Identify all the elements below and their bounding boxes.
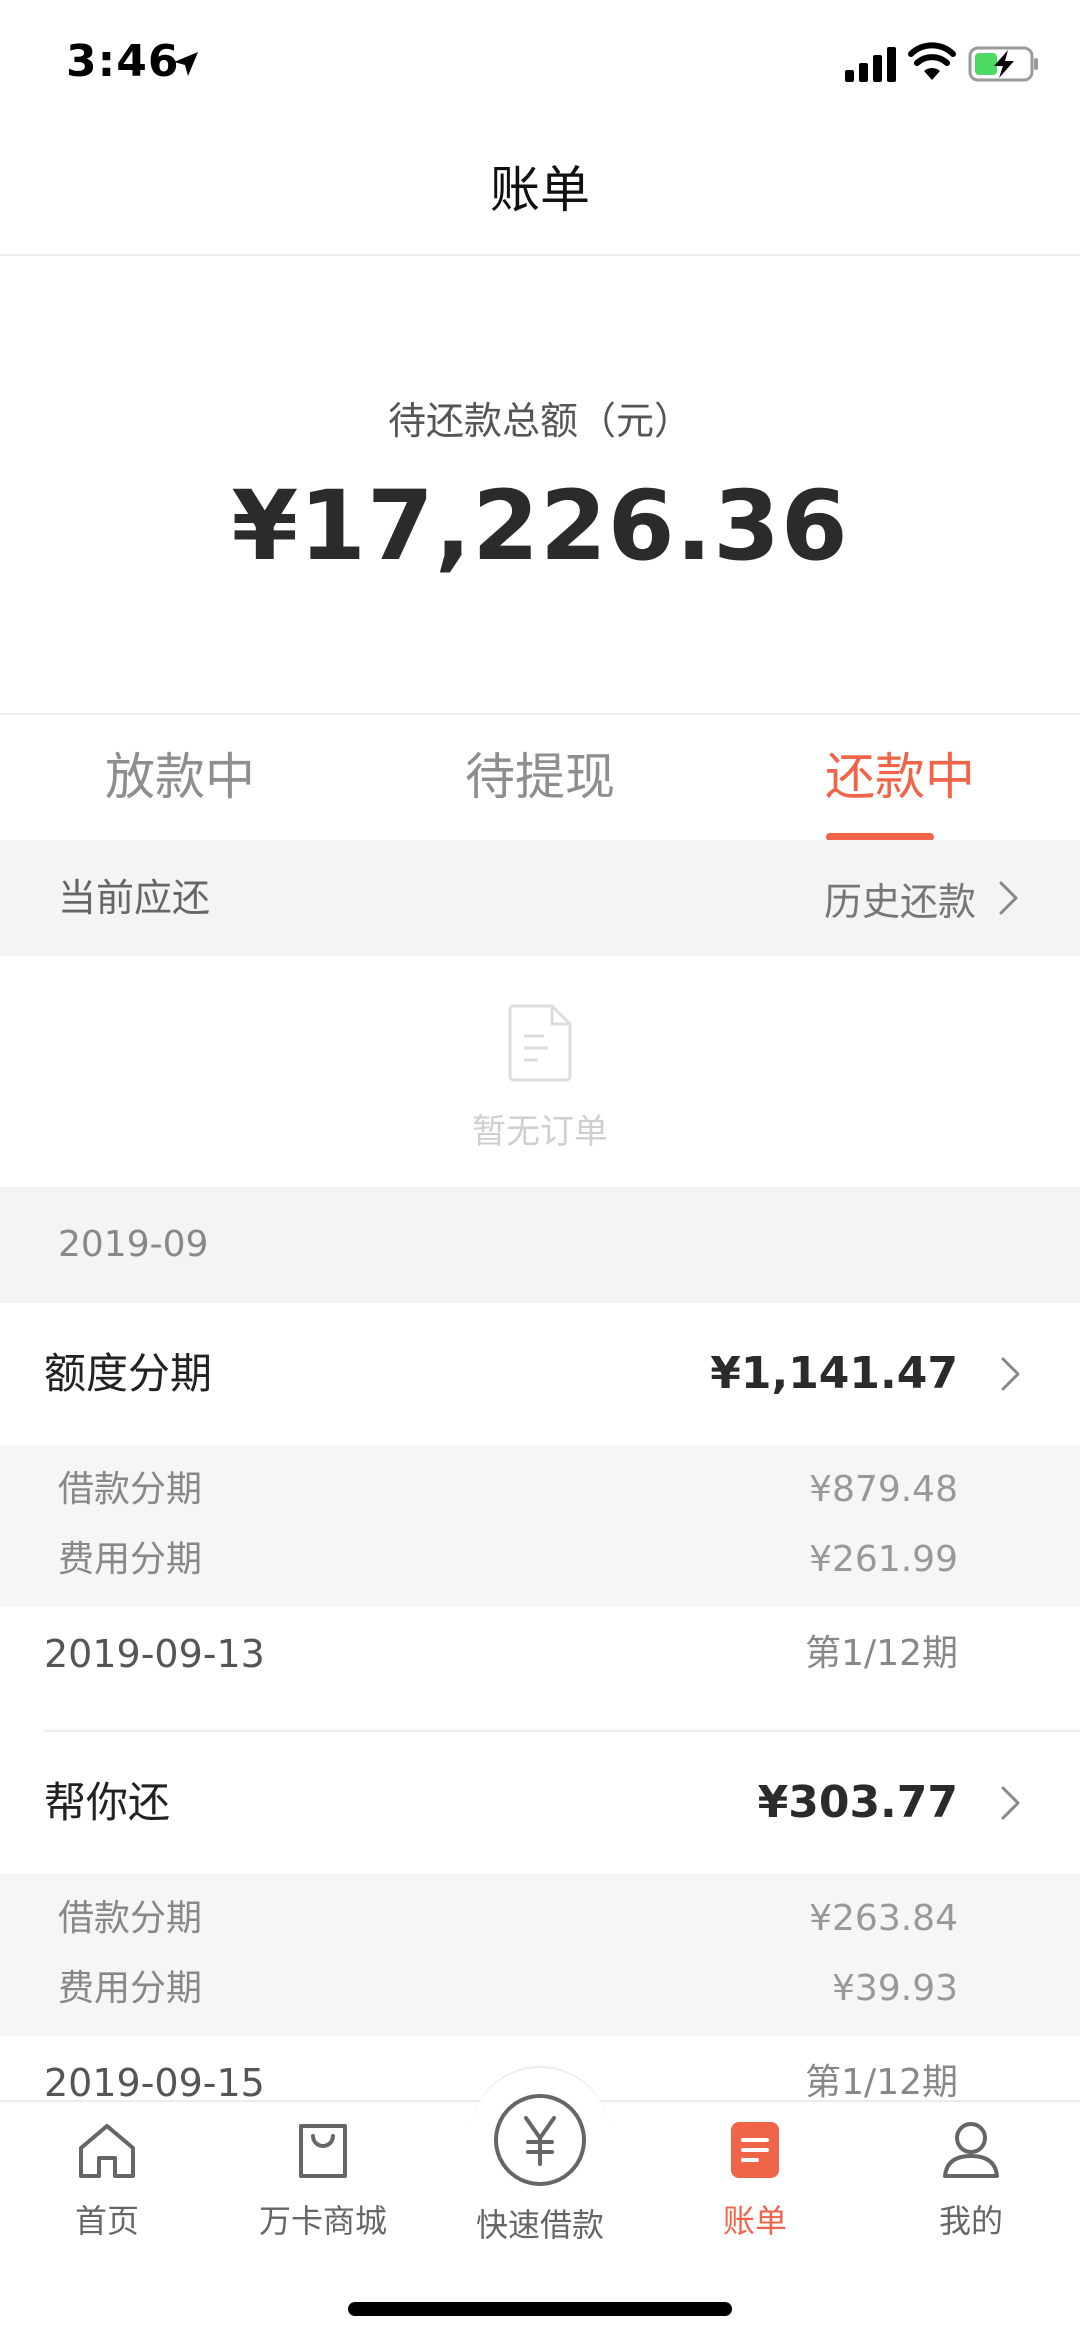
current-due-label: 当前应还 [58,876,211,920]
detail-value: ¥39.93 [832,1968,958,2009]
tabbar-label: 首页 [74,2202,139,2240]
home-indicator [348,2302,732,2316]
bill-title: 帮你还 [44,1778,171,1827]
status-tabs: 放款中 待提现 还款中 [0,715,1080,839]
status-time: 3:46 [66,36,180,87]
tabbar-item-mall[interactable]: 万卡商城 [233,2118,413,2240]
current-due-header: 当前应还 历史还款 [0,840,1080,956]
tabbar-item-bill[interactable]: 账单 [665,2118,845,2240]
bill-footer: 2019-09-13 第1/12期 [0,1607,1080,1701]
bill-amount: ¥303.77 [757,1777,958,1828]
bill-installment-term: 第1/12期 [805,1633,958,1674]
nav-divider [0,254,1080,256]
bill-amount: ¥1,141.47 [710,1348,958,1399]
detail-value: ¥261.99 [809,1539,958,1580]
history-repayment-link[interactable]: 历史还款 [824,840,1020,956]
detail-line: 借款分期 ¥879.48 [0,1455,1080,1525]
total-due-amount: ¥17,226.36 [231,470,849,582]
tabbar-item-home[interactable]: 首页 [17,2118,197,2240]
tab-pending-withdrawal[interactable]: 待提现 [360,715,720,839]
bill-detail: 借款分期 ¥879.48 费用分期 ¥261.99 [0,1445,1080,1607]
detail-value: ¥263.84 [809,1898,958,1939]
status-bar: 3:46 [0,0,1080,130]
detail-line: 借款分期 ¥263.84 [0,1884,1080,1954]
location-arrow-icon [174,52,198,76]
history-repayment-label: 历史还款 [823,879,976,924]
tabbar-label-quick-loan[interactable]: 快速借款 [450,2200,630,2246]
cellular-signal-icon [845,47,896,82]
detail-label: 借款分期 [58,1898,203,1939]
empty-document-icon [508,1004,572,1082]
chevron-right-icon [1001,1357,1020,1391]
shopping-bag-icon [299,2124,347,2178]
detail-label: 借款分期 [58,1469,203,1510]
detail-label: 费用分期 [58,1968,203,2009]
detail-line: 费用分期 ¥39.93 [0,1954,1080,2024]
tab-lending[interactable]: 放款中 [0,715,360,839]
total-due-label: 待还款总额（元） [387,399,692,443]
page-title: 账单 [490,161,590,219]
tabbar-label: 账单 [722,2202,787,2240]
bill-row[interactable]: 额度分期 ¥1,141.47 [0,1303,1080,1445]
chevron-right-icon [999,881,1018,915]
bill-detail: 借款分期 ¥263.84 费用分期 ¥39.93 [0,1874,1080,2036]
yen-circle-icon[interactable] [492,2092,588,2188]
month-label: 2019-09 [58,1224,209,1265]
detail-value: ¥879.48 [809,1469,958,1510]
tabbar-item-profile[interactable]: 我的 [881,2118,1061,2240]
battery-charging-icon [968,46,1038,82]
bill-icon [731,2122,779,2178]
home-icon [79,2124,135,2178]
detail-line: 费用分期 ¥261.99 [0,1525,1080,1595]
tabbar-label: 我的 [938,2202,1003,2240]
chevron-right-icon [1001,1786,1020,1820]
empty-state-text: 暂无订单 [472,1112,608,1152]
bill-row[interactable]: 帮你还 ¥303.77 [0,1732,1080,1874]
detail-label: 费用分期 [58,1539,203,1580]
profile-icon [943,2122,999,2178]
tab-repaying[interactable]: 还款中 [720,715,1080,839]
month-header: 2019-09 [0,1187,1080,1303]
wifi-icon [908,42,956,80]
tabbar-label: 万卡商城 [258,2202,387,2240]
bill-title: 额度分期 [44,1349,213,1398]
bill-due-date: 2019-09-13 [44,1632,265,1676]
